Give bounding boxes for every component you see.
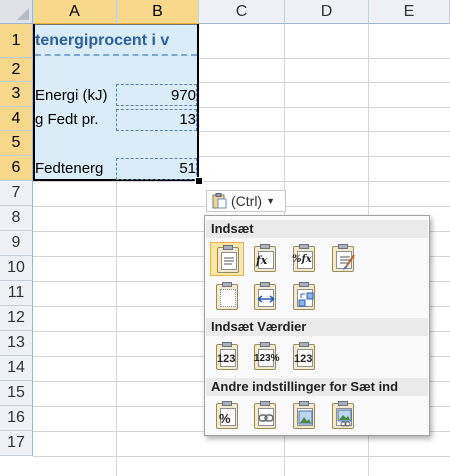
section-heading-other-paste-options: Andre indstillinger for Sæt ind — [206, 378, 428, 396]
clipboard-icon — [211, 193, 227, 209]
row-header-12[interactable]: 12 — [0, 306, 33, 331]
paste-transpose-button[interactable] — [287, 280, 321, 314]
cell-b3[interactable]: 970 — [118, 84, 196, 108]
row-header-3[interactable]: 3 — [0, 82, 33, 107]
fill-handle[interactable] — [195, 177, 203, 185]
column-header-d[interactable]: D — [285, 0, 369, 24]
row-header-11[interactable]: 11 — [0, 281, 33, 306]
paste-values-number-format-button[interactable]: 123% — [248, 340, 282, 374]
row-header-14[interactable]: 14 — [0, 356, 33, 381]
row-header-16[interactable]: 16 — [0, 406, 33, 431]
fx-glyph: fx — [256, 254, 268, 267]
row-header-17[interactable]: 17 — [0, 431, 33, 456]
percent-glyph: % — [219, 411, 231, 426]
paste-values-source-formatting-button[interactable]: 123 — [287, 340, 321, 374]
row-header-2[interactable]: 2 — [0, 58, 33, 82]
title-underline — [35, 53, 197, 56]
cell-b4[interactable]: 13 — [118, 108, 196, 132]
clipboard-clip — [299, 342, 309, 347]
row-header-4[interactable]: 4 — [0, 107, 33, 131]
values-123-percent-glyph: 123% — [254, 353, 280, 364]
percent-fx-glyph: %fx — [292, 254, 312, 265]
clipboard-clip — [223, 245, 233, 250]
paste-formulas-button[interactable]: fx — [248, 242, 282, 276]
paste-linked-picture-button[interactable] — [326, 399, 360, 433]
paste-options-menu: Indsæt fx %fx Indsæt Værdier 123 123% 12… — [204, 215, 430, 436]
row-header-6[interactable]: 6 — [0, 156, 33, 181]
paste-column-widths-button[interactable] — [248, 280, 282, 314]
column-header-c[interactable]: C — [199, 0, 285, 24]
cell-a6[interactable]: Fedtenerg — [35, 157, 115, 181]
linked-picture-icon — [337, 409, 352, 427]
paste-sheet — [220, 289, 236, 307]
row-header-15[interactable]: 15 — [0, 381, 33, 406]
clipboard-clip — [299, 401, 309, 406]
picture-icon — [298, 410, 313, 425]
clipboard-clip — [299, 244, 309, 249]
paste-link-button[interactable] — [248, 399, 282, 433]
transpose-arrow-icon — [298, 292, 314, 307]
clipboard-clip — [338, 244, 348, 249]
cell-b6[interactable]: 51 — [118, 157, 196, 181]
row-header-10[interactable]: 10 — [0, 256, 33, 281]
row-header-1[interactable]: 1 — [0, 24, 33, 58]
row-header-7[interactable]: 7 — [0, 181, 33, 206]
select-all-corner[interactable] — [0, 0, 33, 24]
values-123-glyph: 123 — [217, 353, 236, 365]
column-header-a[interactable]: A — [33, 0, 117, 24]
paste-button[interactable] — [210, 242, 244, 276]
clipboard-clip — [222, 401, 232, 406]
chain-link-icon — [258, 414, 274, 422]
clipboard-clip — [260, 401, 270, 406]
clipboard-clip — [222, 342, 232, 347]
paste-keep-source-formatting-button[interactable] — [326, 242, 360, 276]
row-header-8[interactable]: 8 — [0, 206, 33, 231]
section-heading-paste-values: Indsæt Værdier — [206, 318, 428, 336]
paste-formulas-number-format-button[interactable]: %fx — [287, 242, 321, 276]
paste-options-label: (Ctrl) — [231, 193, 263, 209]
sheet-lines-icon — [224, 257, 234, 265]
values-123-brush-glyph: 123 — [294, 353, 313, 365]
width-arrows-icon — [257, 295, 275, 303]
clipboard-clip — [260, 244, 270, 249]
row-header-5[interactable]: 5 — [0, 131, 33, 156]
row-header-9[interactable]: 9 — [0, 231, 33, 256]
gridline — [33, 181, 450, 182]
select-all-triangle-icon — [17, 8, 29, 20]
gridline — [33, 456, 450, 457]
paste-picture-button[interactable] — [287, 399, 321, 433]
paste-values-button[interactable]: 123 — [210, 340, 244, 374]
clipboard-clip — [222, 282, 232, 287]
caret-down-icon: ▼ — [266, 196, 276, 206]
cell-a4[interactable]: g Fedt pr. — [35, 108, 115, 132]
cell-a3[interactable]: Energi (kJ) — [35, 84, 115, 108]
column-header-b[interactable]: B — [117, 0, 199, 24]
clipboard-clip — [338, 401, 348, 406]
clipboard-clip — [299, 282, 309, 287]
row-header-13[interactable]: 13 — [0, 331, 33, 356]
paste-formatting-button[interactable]: % — [210, 399, 244, 433]
clipboard-clip — [260, 342, 270, 347]
cell-a1[interactable]: tenergiprocent i v — [35, 27, 199, 55]
paintbrush-icon — [340, 254, 355, 270]
paste-options-button[interactable]: (Ctrl) ▼ — [206, 190, 286, 212]
clipboard-clip — [260, 282, 270, 287]
section-heading-paste: Indsæt — [206, 220, 428, 238]
paste-no-borders-button[interactable] — [210, 280, 244, 314]
column-header-e[interactable]: E — [369, 0, 450, 24]
